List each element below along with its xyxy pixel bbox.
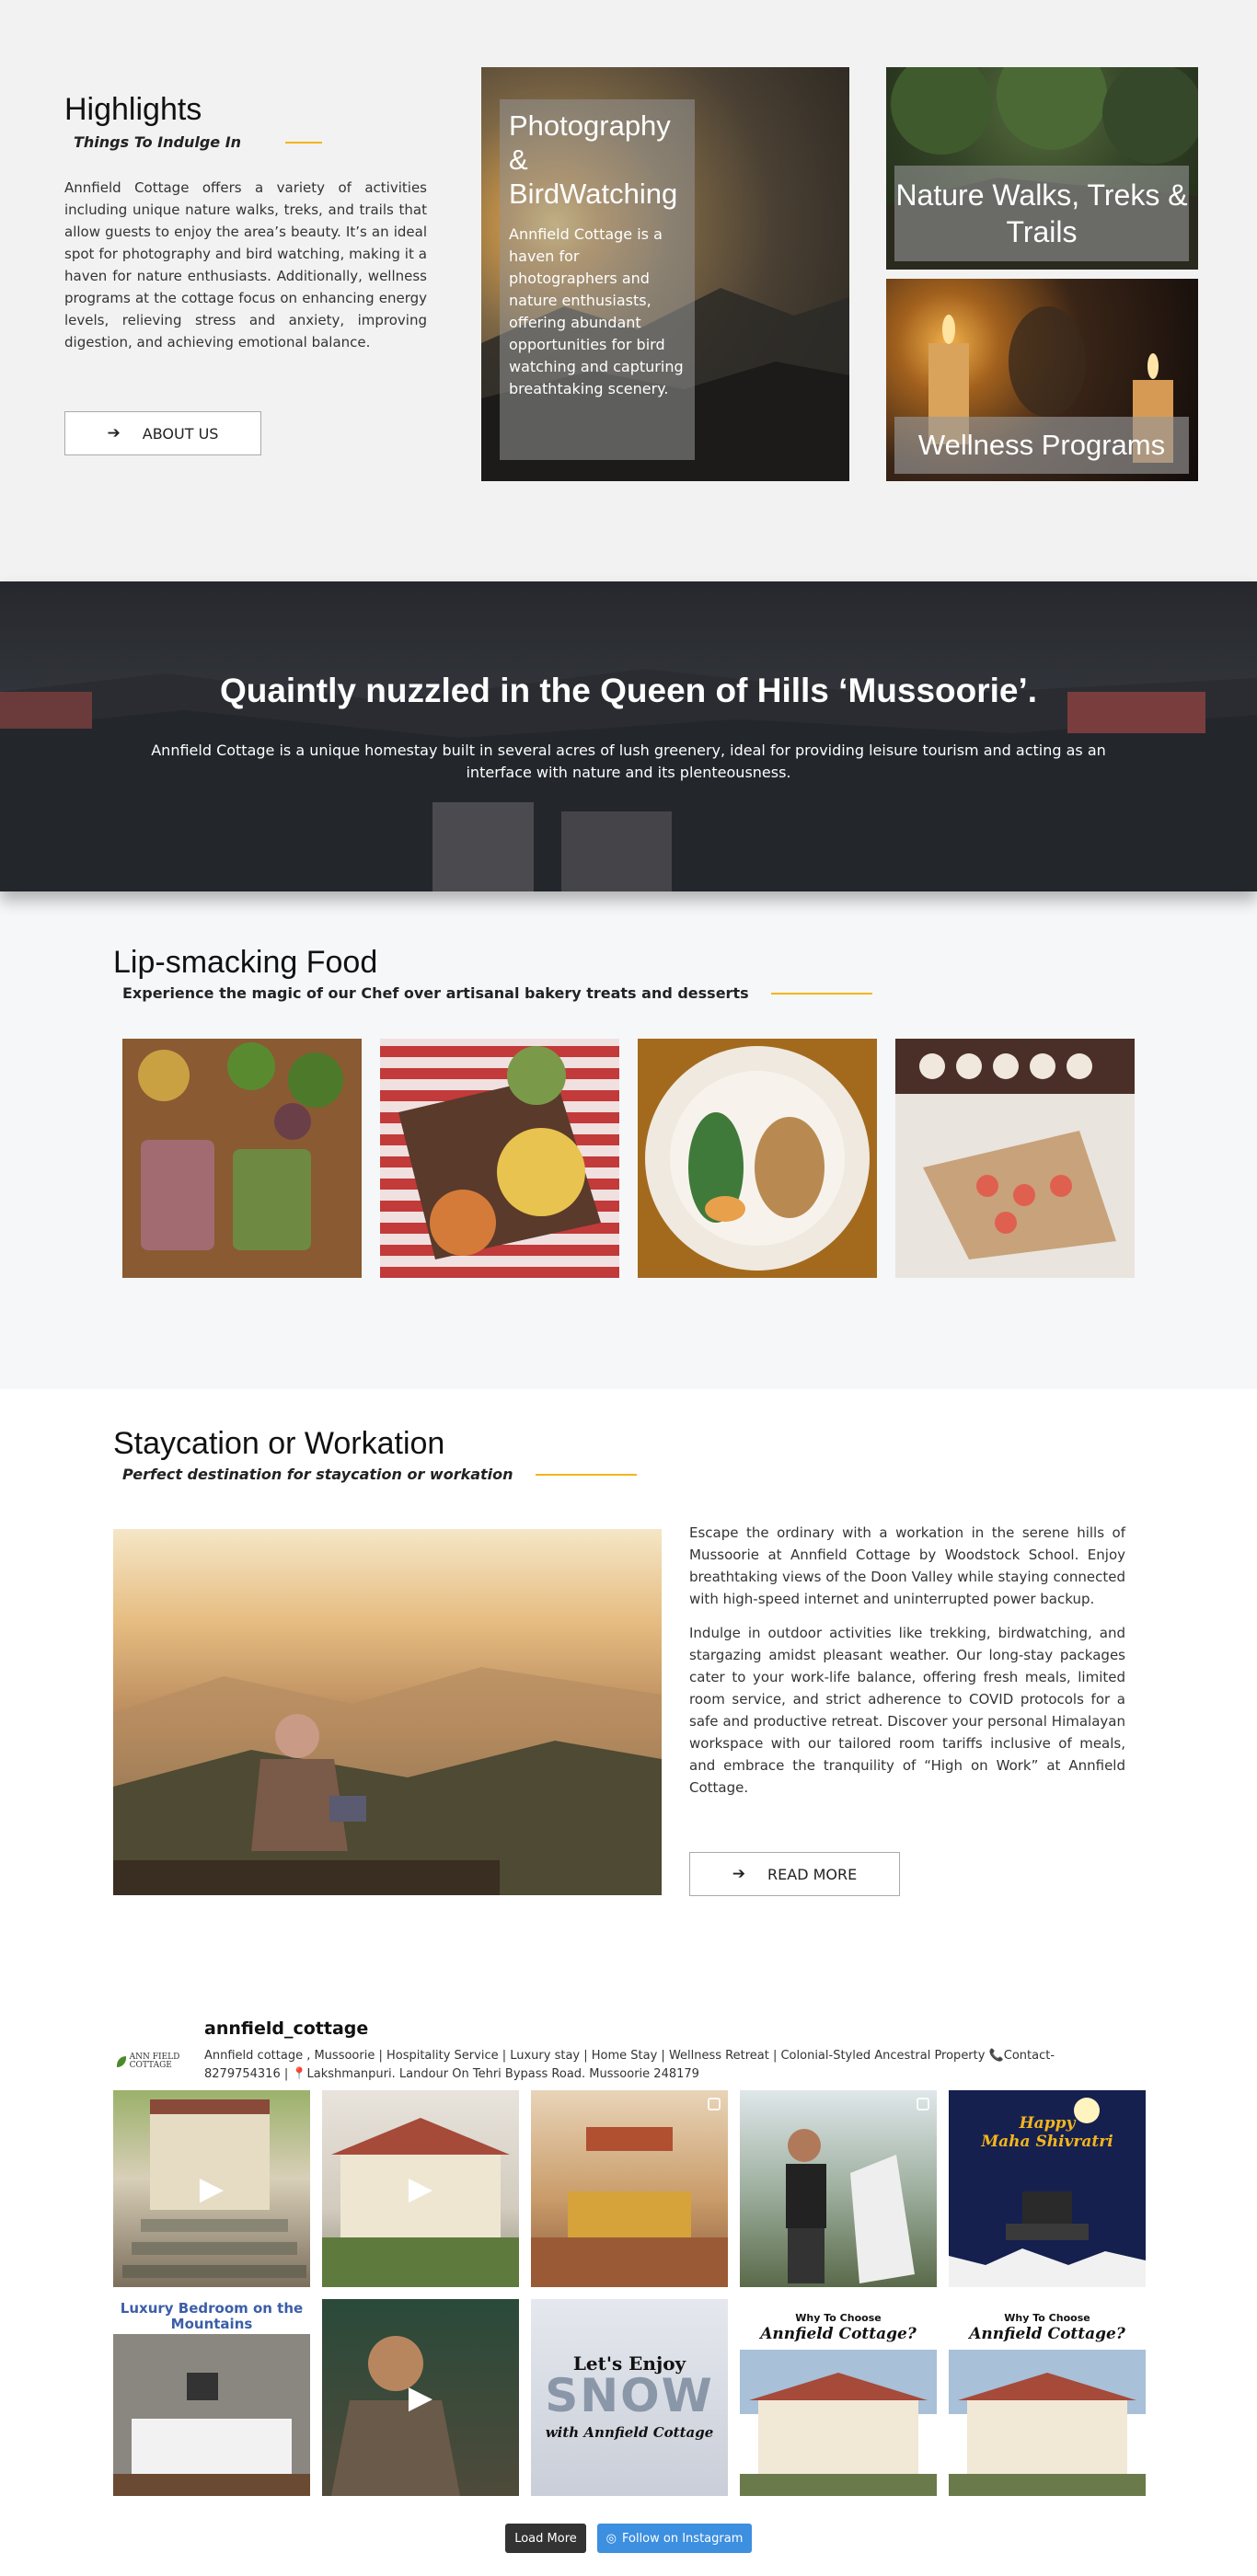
luxury-bedroom-image — [113, 2334, 310, 2496]
about-us-label: ABOUT US — [142, 424, 219, 443]
accent-line — [770, 992, 872, 995]
carousel-icon — [1125, 2306, 1138, 2319]
leaf-icon — [117, 2056, 126, 2067]
shivling-image — [949, 2098, 1146, 2287]
follow-instagram-label: Follow on Instagram — [621, 2531, 744, 2546]
food-photo-vegetables[interactable] — [122, 1039, 362, 1278]
staycation-paragraph-2: Indulge in outdoor activities like trekk… — [689, 1625, 1125, 1796]
photography-title: Photography & BirdWatching — [509, 109, 678, 210]
food-subtitle: Experience the magic of our Chef over ar… — [122, 984, 749, 1002]
highlights-title: Highlights — [64, 92, 202, 127]
arrow-right-icon: ➔ — [732, 1865, 746, 1883]
instagram-post[interactable]: Why To Choose Annfield Cottage? — [949, 2299, 1146, 2496]
accent-line — [535, 1473, 637, 1476]
staycation-subtitle: Perfect destination for staycation or wo… — [122, 1466, 513, 1483]
instagram-post[interactable] — [531, 2090, 728, 2287]
snow-caption-with: with Annfield Cottage — [545, 2424, 714, 2441]
carousel-icon — [917, 2306, 929, 2319]
instagram-post[interactable]: Why To Choose Annfield Cottage? — [740, 2299, 937, 2496]
staycation-heading: Staycation or Workation Perfect destinat… — [113, 1426, 637, 1483]
photography-card[interactable]: Photography & BirdWatching Annfield Cott… — [481, 67, 849, 481]
instagram-username[interactable]: annfield_cottage — [204, 2018, 368, 2039]
staycation-section: Staycation or Workation Perfect destinat… — [0, 1389, 1257, 2006]
about-us-button[interactable]: ➔ ABOUT US — [64, 411, 261, 455]
play-icon: ▶ — [199, 2170, 225, 2207]
highlights-section: Highlights Things To Indulge In Annfield… — [0, 0, 1257, 581]
play-icon: ▶ — [408, 2170, 433, 2207]
cottage-building-image — [949, 2350, 1146, 2496]
read-more-label: READ MORE — [767, 1865, 858, 1883]
highlights-subtitle: Things To Indulge In — [74, 133, 242, 151]
vegetables-image — [138, 1042, 343, 1250]
food-title: Lip-smacking Food — [113, 945, 378, 980]
photography-text: Annfield Cottage is a haven for photogra… — [509, 225, 684, 397]
staycation-paragraph-1: Escape the ordinary with a workation in … — [689, 1524, 1125, 1607]
wellness-card[interactable]: Wellness Programs — [886, 279, 1198, 481]
arrow-right-icon: ➔ — [107, 424, 121, 443]
food-photo-fries[interactable] — [380, 1039, 619, 1278]
highlights-intro: Highlights Things To Indulge In Annfield… — [64, 92, 427, 353]
read-more-button[interactable]: ➔ READ MORE — [689, 1852, 900, 1896]
load-more-button[interactable]: Load More — [505, 2524, 586, 2553]
logo-text: ANN FIELD COTTAGE — [129, 2053, 180, 2070]
cottage-building-image — [740, 2350, 937, 2496]
accent-line — [285, 141, 323, 144]
staycation-text: Escape the ordinary with a workation in … — [689, 1522, 1125, 1799]
carousel-icon — [917, 2098, 929, 2110]
follow-instagram-button[interactable]: ◎ Follow on Instagram — [597, 2524, 752, 2553]
instagram-post[interactable]: Luxury Bedroom on the Mountains — [113, 2299, 310, 2496]
workation-photo — [113, 1529, 662, 1895]
food-subtitle-row: Experience the magic of our Chef over ar… — [122, 984, 1144, 1002]
instagram-icon: ◎ — [605, 2531, 617, 2546]
instagram-feed: ANN FIELD COTTAGE annfield_cottage Annfi… — [0, 2006, 1257, 2576]
staycation-title: Staycation or Workation — [113, 1426, 445, 1461]
highlights-subtitle-row: Things To Indulge In — [74, 133, 427, 151]
banner-title: Quaintly nuzzled in the Queen of Hills ‘… — [219, 672, 1038, 709]
bedroom-image — [531, 2127, 728, 2287]
instagram-post[interactable]: Happy Maha Shivratri — [949, 2090, 1146, 2287]
host-portrait-image — [786, 2129, 915, 2283]
photography-overlay: Photography & BirdWatching Annfield Cott… — [500, 99, 695, 460]
plated-meal-image — [645, 1046, 870, 1271]
nature-walks-card[interactable]: Nature Walks, Treks & Trails — [886, 67, 1198, 270]
nature-walks-title: Nature Walks, Treks & Trails — [894, 166, 1189, 261]
instagram-grid: ▶ ▶ Happy Maha Shivratri Luxury Bedroom … — [113, 2090, 1146, 2496]
instagram-bio: Annfield cottage , Mussoorie | Hospitali… — [204, 2049, 1055, 2081]
food-photo-platter[interactable] — [895, 1039, 1135, 1278]
staycation-subtitle-row: Perfect destination for staycation or wo… — [122, 1466, 637, 1483]
carousel-icon — [708, 2098, 721, 2110]
food-photo-plate[interactable] — [638, 1039, 877, 1278]
fries-image — [398, 1046, 601, 1259]
banner-text: Annfield Cottage is a unique homestay bu… — [151, 742, 1106, 781]
wellness-title: Wellness Programs — [894, 417, 1189, 474]
instagram-post[interactable]: ▶ — [322, 2299, 519, 2496]
woman-on-mountain-image — [113, 1667, 662, 1895]
instagram-post[interactable]: Let's Enjoy SNOW with Annfield Cottage — [531, 2299, 728, 2496]
food-section: Lip-smacking Food Experience the magic o… — [0, 891, 1257, 1389]
instagram-post[interactable] — [740, 2090, 937, 2287]
mussoorie-banner: Quaintly nuzzled in the Queen of Hills ‘… — [0, 581, 1257, 891]
instagram-post[interactable]: ▶ — [113, 2090, 310, 2287]
snow-caption-title: SNOW — [545, 2369, 714, 2422]
instagram-post[interactable]: ▶ — [322, 2090, 519, 2287]
food-gallery — [113, 1039, 1144, 1278]
play-icon: ▶ — [408, 2379, 433, 2416]
highlights-text: Annfield Cottage offers a variety of act… — [64, 179, 427, 351]
profile-logo[interactable]: ANN FIELD COTTAGE — [117, 2046, 187, 2077]
platter-image — [895, 1039, 1135, 1259]
